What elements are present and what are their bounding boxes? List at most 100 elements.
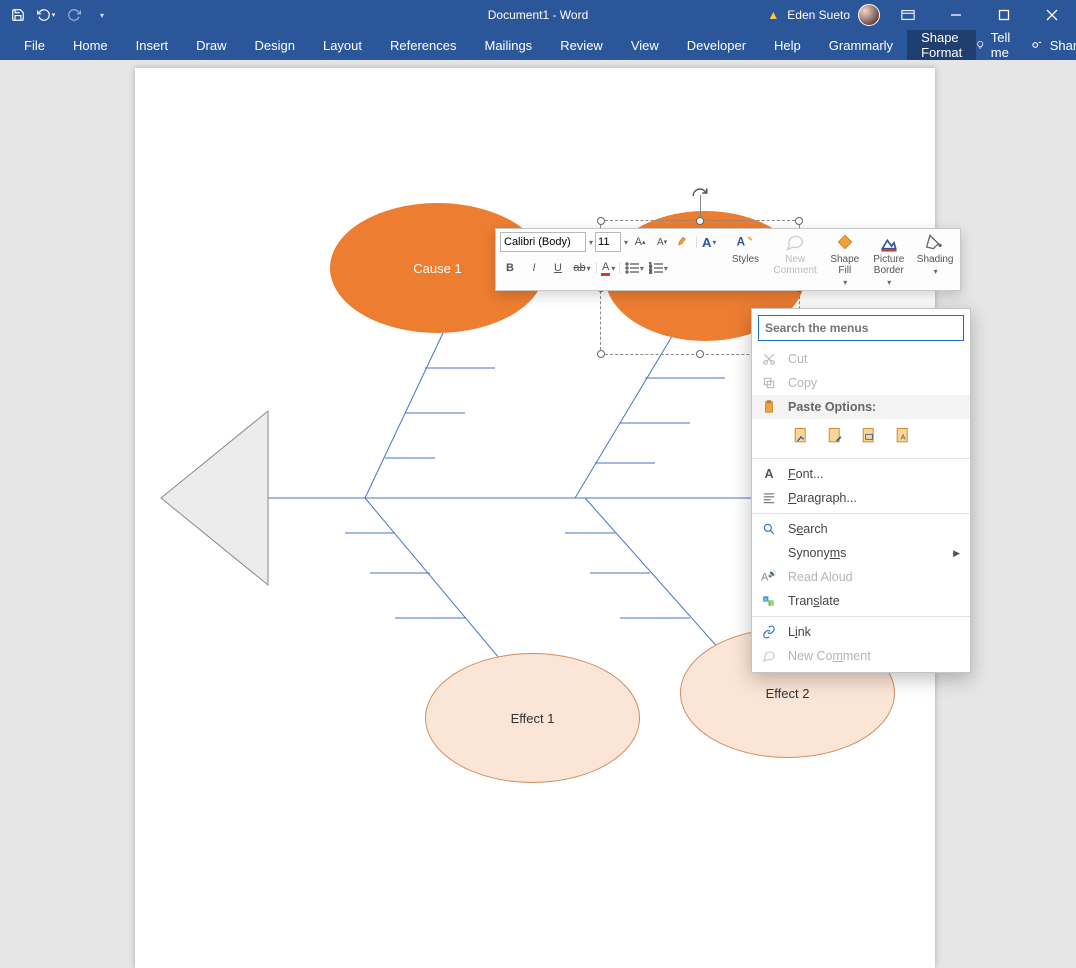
shape-fill-icon [835, 232, 855, 252]
tab-design[interactable]: Design [241, 30, 309, 60]
tab-mailings[interactable]: Mailings [471, 30, 547, 60]
underline-button[interactable]: U [548, 258, 568, 278]
paste-use-destination-button[interactable] [788, 423, 814, 449]
bullets-button[interactable]: ▾ [624, 258, 644, 278]
ribbon-tabs: File Home Insert Draw Design Layout Refe… [0, 30, 1076, 60]
tab-view[interactable]: View [617, 30, 673, 60]
user-avatar[interactable] [858, 4, 880, 26]
close-button[interactable] [1032, 0, 1072, 30]
bold-button[interactable]: B [500, 258, 520, 278]
shrink-font-button[interactable]: A▾ [652, 232, 672, 252]
menu-read-aloud[interactable]: A🔊 Read Aloud [752, 565, 970, 589]
paste-options-row: A [752, 419, 970, 455]
tab-shape-format[interactable]: Shape Format [907, 30, 976, 60]
paragraph-icon [760, 489, 778, 507]
tab-draw[interactable]: Draw [182, 30, 240, 60]
comment-icon [785, 232, 805, 252]
paste-picture-button[interactable] [856, 423, 882, 449]
tab-layout[interactable]: Layout [309, 30, 376, 60]
menu-search [758, 315, 964, 341]
tab-home[interactable]: Home [59, 30, 122, 60]
resize-handle[interactable] [597, 217, 605, 225]
effect1-label: Effect 1 [511, 711, 555, 726]
menu-paragraph[interactable]: Paragraph... [752, 486, 970, 510]
font-size-input[interactable] [595, 232, 621, 252]
menu-search[interactable]: Search [752, 517, 970, 541]
effect1-shape[interactable]: Effect 1 [425, 653, 640, 783]
menu-copy[interactable]: Copy [752, 371, 970, 395]
read-aloud-icon: A🔊 [760, 568, 778, 586]
ribbon-display-button[interactable] [888, 0, 928, 30]
menu-search-input[interactable] [758, 315, 964, 341]
new-comment-button[interactable]: New Comment [767, 229, 822, 290]
styles-icon: A [735, 232, 755, 252]
qat-customize-button[interactable]: ▾ [90, 3, 114, 27]
tab-file[interactable]: File [10, 30, 59, 60]
svg-text:文: 文 [770, 600, 774, 606]
resize-handle[interactable] [696, 350, 704, 358]
user-name[interactable]: Eden Sueto [787, 8, 850, 22]
effect2-label: Effect 2 [766, 686, 810, 701]
redo-button[interactable] [62, 3, 86, 27]
rotate-handle-icon[interactable] [691, 187, 709, 205]
picture-border-button[interactable]: Picture Border▾ [867, 229, 911, 290]
font-name-input[interactable] [500, 232, 586, 252]
lightbulb-icon [976, 38, 985, 52]
search-icon [760, 520, 778, 538]
translate-icon: a文 [760, 592, 778, 610]
resize-handle[interactable] [795, 217, 803, 225]
menu-font[interactable]: A Font... [752, 462, 970, 486]
cause1-label: Cause 1 [413, 261, 461, 276]
format-painter-button[interactable] [674, 232, 694, 252]
menu-link[interactable]: Link [752, 620, 970, 644]
menu-new-comment[interactable]: New Comment [752, 644, 970, 668]
tab-help[interactable]: Help [760, 30, 815, 60]
grow-font-button[interactable]: A▴ [630, 232, 650, 252]
maximize-button[interactable] [984, 0, 1024, 30]
share-button[interactable]: Share [1030, 38, 1076, 53]
styles-button[interactable]: A Styles [723, 229, 767, 290]
font-icon: A [760, 465, 778, 483]
svg-text:3: 3 [649, 270, 652, 274]
svg-text:A: A [737, 235, 746, 248]
submenu-arrow-icon: ▶ [953, 548, 960, 559]
strikethrough-button[interactable]: ab▾ [572, 258, 592, 278]
quick-access-toolbar: ▾ ▾ [0, 3, 114, 27]
tab-grammarly[interactable]: Grammarly [815, 30, 907, 60]
title-bar: ▾ ▾ Document1 - Word ▲ Eden Sueto [0, 0, 1076, 30]
undo-button[interactable]: ▾ [34, 3, 58, 27]
menu-translate[interactable]: a文 Translate [752, 589, 970, 613]
highlight-button[interactable]: A▾ [601, 258, 615, 278]
font-size-dropdown[interactable]: ▾ [624, 238, 628, 247]
tab-insert[interactable]: Insert [122, 30, 183, 60]
menu-cut[interactable]: Cut [752, 347, 970, 371]
resize-handle[interactable] [696, 217, 704, 225]
paste-icon [760, 398, 778, 416]
resize-handle[interactable] [597, 350, 605, 358]
menu-paste-options-header: Paste Options: [752, 395, 970, 419]
arrow-head-shape[interactable] [153, 403, 273, 593]
shading-button[interactable]: Shading▾ [911, 229, 960, 290]
menu-synonyms[interactable]: Synonyms ▶ [752, 541, 970, 565]
tab-review[interactable]: Review [546, 30, 617, 60]
cut-icon [760, 350, 778, 368]
document-title: Document1 - Word [488, 8, 588, 22]
new-comment-icon [760, 647, 778, 665]
save-button[interactable] [6, 3, 30, 27]
tell-me-button[interactable]: Tell me [976, 30, 1016, 60]
tab-developer[interactable]: Developer [673, 30, 760, 60]
warning-icon: ▲ [767, 8, 779, 22]
numbering-button[interactable]: 123▾ [648, 258, 668, 278]
svg-text:A: A [901, 432, 906, 441]
picture-border-icon [879, 232, 899, 252]
tab-references[interactable]: References [376, 30, 470, 60]
minimize-button[interactable] [936, 0, 976, 30]
paste-text-only-button[interactable]: A [890, 423, 916, 449]
shape-fill-button[interactable]: Shape Fill▾ [823, 229, 867, 290]
paste-keep-source-button[interactable] [822, 423, 848, 449]
font-name-dropdown[interactable]: ▾ [589, 238, 593, 247]
font-color-toggle[interactable]: A▾ [699, 232, 719, 252]
synonyms-icon [760, 544, 778, 562]
link-icon [760, 623, 778, 641]
italic-button[interactable]: I [524, 258, 544, 278]
